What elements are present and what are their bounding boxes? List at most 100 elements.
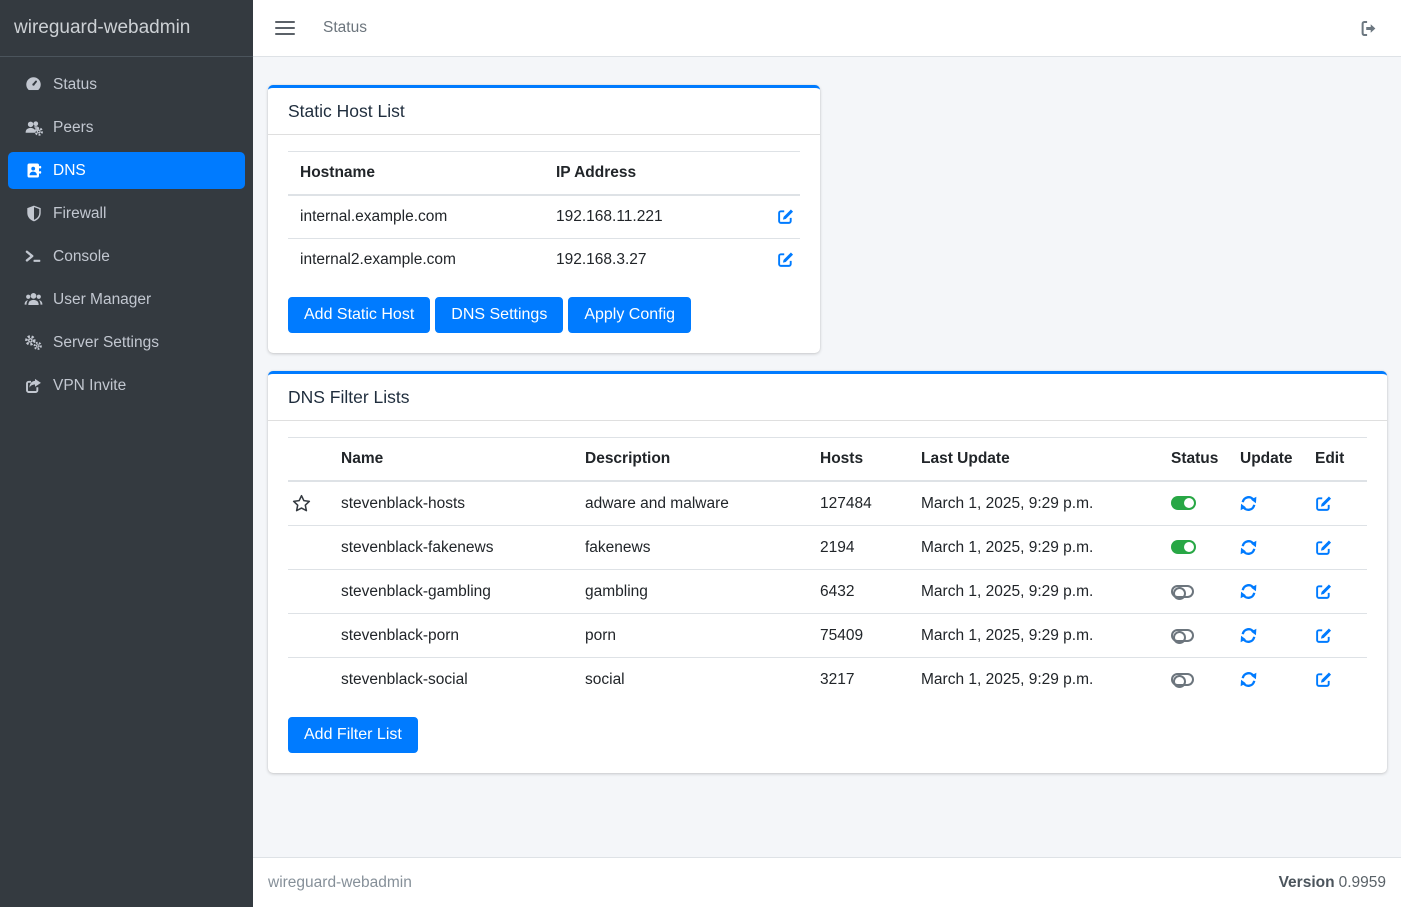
- users-gear-icon: [23, 119, 44, 136]
- filter-name-cell: stevenblack-social: [329, 658, 573, 702]
- sidebar-item-label: Firewall: [53, 205, 106, 223]
- sidebar-item-label: Server Settings: [53, 334, 159, 352]
- update-icon[interactable]: [1240, 627, 1257, 644]
- column-header-hostname: Hostname: [288, 152, 544, 196]
- share-icon: [23, 377, 44, 394]
- hostname-cell: internal2.example.com: [288, 239, 544, 282]
- edit-icon[interactable]: [1315, 495, 1332, 512]
- filter-description-cell: fakenews: [573, 526, 808, 570]
- footer: wireguard-webadmin Version0.9959: [253, 857, 1401, 907]
- topbar-title[interactable]: Status: [323, 19, 367, 37]
- favorite-star-icon[interactable]: [292, 494, 311, 513]
- filter-hosts-cell: 6432: [808, 570, 909, 614]
- filter-description-cell: adware and malware: [573, 481, 808, 526]
- column-header-status: Status: [1159, 438, 1228, 482]
- card-title: DNS Filter Lists: [288, 387, 1367, 408]
- status-toggle[interactable]: [1171, 585, 1194, 598]
- sidebar-item-firewall[interactable]: Firewall: [8, 195, 245, 232]
- column-header-hosts: Hosts: [808, 438, 909, 482]
- sidebar-item-status[interactable]: Status: [8, 66, 245, 103]
- content-area: Static Host List Hostname IP Address: [253, 57, 1401, 857]
- edit-icon[interactable]: [1315, 671, 1332, 688]
- column-header-star-empty: [288, 438, 329, 482]
- filter-name-cell: stevenblack-gambling: [329, 570, 573, 614]
- sidebar-item-label: Console: [53, 248, 110, 266]
- dns-settings-button[interactable]: DNS Settings: [435, 297, 563, 333]
- update-icon[interactable]: [1240, 671, 1257, 688]
- sidebar-item-dns[interactable]: DNS: [8, 152, 245, 189]
- sidebar-item-label: User Manager: [53, 291, 151, 309]
- footer-version: Version0.9959: [1279, 874, 1386, 892]
- static-host-list-card: Static Host List Hostname IP Address: [268, 85, 820, 353]
- sidebar-item-label: Peers: [53, 119, 94, 137]
- filter-list-row: stevenblack-gamblinggambling6432March 1,…: [288, 570, 1367, 614]
- filter-last-update-cell: March 1, 2025, 9:29 p.m.: [909, 570, 1159, 614]
- edit-icon[interactable]: [1315, 583, 1332, 600]
- sidebar: wireguard-webadmin Status: [0, 0, 253, 907]
- filter-name-cell: stevenblack-hosts: [329, 481, 573, 526]
- column-header-description: Description: [573, 438, 808, 482]
- menu-icon[interactable]: [275, 21, 295, 36]
- card-header: DNS Filter Lists: [268, 374, 1387, 421]
- hostname-cell: internal.example.com: [288, 195, 544, 239]
- footer-brand: wireguard-webadmin: [268, 874, 412, 892]
- filter-description-cell: porn: [573, 614, 808, 658]
- edit-icon[interactable]: [777, 251, 794, 268]
- column-header-update: Update: [1228, 438, 1303, 482]
- filter-list-row: stevenblack-pornporn75409March 1, 2025, …: [288, 614, 1367, 658]
- static-host-row: internal.example.com 192.168.11.221: [288, 195, 800, 239]
- status-toggle[interactable]: [1171, 496, 1196, 510]
- gears-icon: [23, 334, 44, 351]
- status-toggle[interactable]: [1171, 629, 1194, 642]
- ip-cell: 192.168.11.221: [544, 195, 733, 239]
- filter-name-cell: stevenblack-fakenews: [329, 526, 573, 570]
- apply-config-button[interactable]: Apply Config: [568, 297, 691, 333]
- shield-icon: [23, 205, 44, 222]
- gauge-icon: [23, 76, 44, 93]
- filter-description-cell: social: [573, 658, 808, 702]
- column-header-edit-empty: [733, 152, 800, 196]
- column-header-name: Name: [329, 438, 573, 482]
- filter-last-update-cell: March 1, 2025, 9:29 p.m.: [909, 658, 1159, 702]
- edit-icon[interactable]: [1315, 627, 1332, 644]
- filter-name-cell: stevenblack-porn: [329, 614, 573, 658]
- filter-last-update-cell: March 1, 2025, 9:29 p.m.: [909, 614, 1159, 658]
- filter-last-update-cell: March 1, 2025, 9:29 p.m.: [909, 526, 1159, 570]
- static-host-table: Hostname IP Address internal.example.com…: [288, 151, 800, 281]
- sidebar-item-label: VPN Invite: [53, 377, 126, 395]
- update-icon[interactable]: [1240, 583, 1257, 600]
- sidebar-item-user-manager[interactable]: User Manager: [8, 281, 245, 318]
- filter-hosts-cell: 75409: [808, 614, 909, 658]
- logout-icon[interactable]: [1360, 20, 1378, 37]
- dns-filter-table: Name Description Hosts Last Update Statu…: [288, 437, 1367, 701]
- update-icon[interactable]: [1240, 539, 1257, 556]
- edit-icon[interactable]: [777, 208, 794, 225]
- terminal-icon: [23, 248, 44, 265]
- dns-filter-lists-card: DNS Filter Lists Name Description Hosts: [268, 371, 1387, 773]
- sidebar-item-label: Status: [53, 76, 97, 94]
- filter-list-row: stevenblack-socialsocial3217March 1, 202…: [288, 658, 1367, 702]
- status-toggle[interactable]: [1171, 540, 1196, 554]
- sidebar-item-vpn-invite[interactable]: VPN Invite: [8, 367, 245, 404]
- card-title: Static Host List: [288, 101, 800, 122]
- filter-list-row: stevenblack-fakenewsfakenews2194March 1,…: [288, 526, 1367, 570]
- column-header-last-update: Last Update: [909, 438, 1159, 482]
- sidebar-item-server-settings[interactable]: Server Settings: [8, 324, 245, 361]
- update-icon[interactable]: [1240, 495, 1257, 512]
- top-navbar: Status: [253, 0, 1401, 57]
- column-header-edit: Edit: [1303, 438, 1367, 482]
- sidebar-item-peers[interactable]: Peers: [8, 109, 245, 146]
- add-static-host-button[interactable]: Add Static Host: [288, 297, 430, 333]
- column-header-ip: IP Address: [544, 152, 733, 196]
- filter-hosts-cell: 2194: [808, 526, 909, 570]
- filter-description-cell: gambling: [573, 570, 808, 614]
- add-filter-list-button[interactable]: Add Filter List: [288, 717, 418, 753]
- brand-title[interactable]: wireguard-webadmin: [0, 0, 253, 57]
- filter-last-update-cell: March 1, 2025, 9:29 p.m.: [909, 481, 1159, 526]
- sidebar-nav: Status Peers: [0, 57, 253, 410]
- sidebar-item-console[interactable]: Console: [8, 238, 245, 275]
- status-toggle[interactable]: [1171, 673, 1194, 686]
- sidebar-item-label: DNS: [53, 162, 86, 180]
- edit-icon[interactable]: [1315, 539, 1332, 556]
- address-book-icon: [23, 162, 44, 179]
